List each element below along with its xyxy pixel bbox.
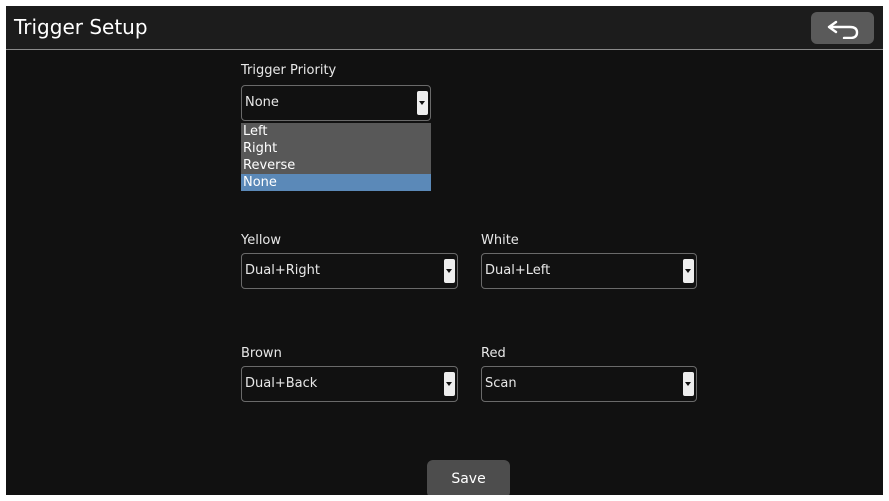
option-right[interactable]: Right <box>241 140 431 157</box>
red-label: Red <box>481 346 506 361</box>
brown-select[interactable]: Dual+Back <box>241 366 458 402</box>
trigger-priority-label: Trigger Priority <box>241 63 337 78</box>
white-select[interactable]: Dual+Left <box>481 253 697 289</box>
chevron-down-icon <box>417 91 428 115</box>
trigger-setup-screen: Trigger Setup Trigger Priority None Left… <box>6 6 883 495</box>
trigger-priority-dropdown: Left Right Reverse None <box>241 123 431 191</box>
back-arrow-icon <box>827 20 859 39</box>
yellow-select[interactable]: Dual+Right <box>241 253 458 289</box>
back-button[interactable] <box>811 12 874 44</box>
chevron-down-icon <box>683 372 694 396</box>
red-value: Scan <box>485 376 517 391</box>
yellow-value: Dual+Right <box>245 263 320 278</box>
chevron-down-icon <box>444 372 455 396</box>
header-bar: Trigger Setup <box>6 6 883 50</box>
option-left[interactable]: Left <box>241 123 431 140</box>
brown-label: Brown <box>241 346 282 361</box>
option-reverse[interactable]: Reverse <box>241 157 431 174</box>
save-button[interactable]: Save <box>427 460 510 495</box>
chevron-down-icon <box>683 259 694 283</box>
trigger-priority-select[interactable]: None <box>241 85 431 121</box>
page-title: Trigger Setup <box>14 15 148 39</box>
trigger-priority-value: None <box>245 95 279 110</box>
white-value: Dual+Left <box>485 263 551 278</box>
chevron-down-icon <box>444 259 455 283</box>
option-none[interactable]: None <box>241 174 431 191</box>
yellow-label: Yellow <box>241 233 282 248</box>
red-select[interactable]: Scan <box>481 366 697 402</box>
white-label: White <box>481 233 519 248</box>
brown-value: Dual+Back <box>245 376 318 391</box>
